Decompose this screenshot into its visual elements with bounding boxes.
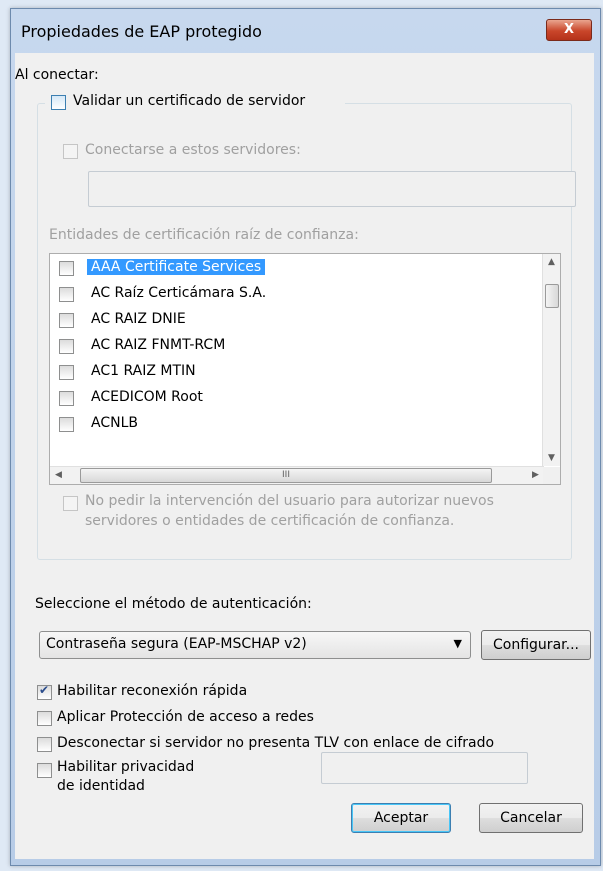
auth-method-value: Contraseña segura (EAP-MSCHAP v2) bbox=[46, 636, 307, 652]
validate-cert-label: Validar un certificado de servidor bbox=[73, 93, 306, 109]
list-item-checkbox[interactable] bbox=[59, 287, 74, 302]
identity-privacy-label-line2: de identidad bbox=[57, 778, 145, 794]
chevron-down-icon: ▼ bbox=[453, 637, 462, 650]
identity-input[interactable] bbox=[321, 752, 528, 784]
nap-label: Aplicar Protección de acceso a redes bbox=[57, 709, 314, 725]
cancel-button[interactable]: Cancelar bbox=[479, 803, 583, 833]
trusted-roots-label: Entidades de certificación raíz de confi… bbox=[49, 227, 359, 243]
servers-input[interactable] bbox=[88, 171, 576, 207]
list-item[interactable]: ACNLB bbox=[50, 411, 544, 437]
list-item-label: AAA Certificate Services bbox=[87, 259, 266, 275]
connect-servers-label: Conectarse a estos servidores: bbox=[85, 142, 301, 158]
horizontal-scrollbar[interactable]: ◀ III ▶ bbox=[50, 466, 544, 484]
window-title: Propiedades de EAP protegido bbox=[21, 22, 262, 41]
configure-button[interactable]: Configurar... bbox=[481, 630, 591, 660]
dialog-client-area: Al conectar: Validar un certificado de s… bbox=[15, 53, 594, 859]
validate-cert-checkbox[interactable] bbox=[51, 95, 66, 110]
no-prompt-checkbox[interactable] bbox=[63, 496, 78, 511]
auth-method-select[interactable]: Contraseña segura (EAP-MSCHAP v2) ▼ bbox=[39, 631, 471, 659]
validate-cert-row[interactable]: Validar un certificado de servidor bbox=[45, 93, 345, 113]
fast-reconnect-checkbox[interactable]: ✔ bbox=[37, 683, 52, 700]
list-item-label: AC RAIZ FNMT-RCM bbox=[91, 337, 226, 353]
trusted-roots-list[interactable]: AAA Certificate Services AC Raíz Certicá… bbox=[49, 253, 561, 485]
list-item-checkbox[interactable] bbox=[59, 417, 74, 432]
checkmark-icon: ✔ bbox=[39, 683, 50, 697]
scroll-left-icon[interactable]: ◀ bbox=[50, 470, 67, 480]
scroll-right-icon[interactable]: ▶ bbox=[527, 470, 544, 480]
scroll-up-icon[interactable]: ▲ bbox=[543, 257, 560, 267]
tlv-label: Desconectar si servidor no presenta TLV … bbox=[57, 735, 495, 751]
auth-method-label: Seleccione el método de autenticación: bbox=[35, 596, 312, 612]
list-item[interactable]: AC1 RAIZ MTIN bbox=[50, 359, 544, 385]
list-item[interactable]: AC Raíz Certicámara S.A. bbox=[50, 281, 544, 307]
list-item-label: ACEDICOM Root bbox=[91, 389, 203, 405]
list-item[interactable]: AC RAIZ DNIE bbox=[50, 307, 544, 333]
tlv-checkbox[interactable] bbox=[37, 737, 52, 752]
list-item[interactable]: ACEDICOM Root bbox=[50, 385, 544, 411]
grip-icon: III bbox=[282, 470, 290, 480]
close-icon: X bbox=[563, 22, 575, 37]
list-item-checkbox[interactable] bbox=[59, 339, 74, 354]
title-bar[interactable]: Propiedades de EAP protegido X bbox=[11, 9, 600, 53]
list-item[interactable]: AC RAIZ FNMT-RCM bbox=[50, 333, 544, 359]
connect-servers-checkbox[interactable] bbox=[63, 144, 78, 159]
list-item-checkbox[interactable] bbox=[59, 391, 74, 406]
connect-label: Al conectar: bbox=[15, 67, 99, 83]
list-item[interactable]: AAA Certificate Services bbox=[50, 255, 544, 281]
no-prompt-label-line2: servidores o entidades de certificación … bbox=[85, 513, 455, 529]
ok-button[interactable]: Aceptar bbox=[351, 803, 451, 833]
horizontal-scroll-thumb[interactable]: III bbox=[80, 468, 492, 483]
list-item-label: AC RAIZ DNIE bbox=[91, 311, 186, 327]
list-item-checkbox[interactable] bbox=[59, 365, 74, 380]
list-item-checkbox[interactable] bbox=[59, 313, 74, 328]
vertical-scroll-thumb[interactable] bbox=[545, 284, 559, 308]
nap-checkbox[interactable] bbox=[37, 711, 52, 726]
list-item-checkbox[interactable] bbox=[59, 261, 74, 276]
identity-privacy-checkbox[interactable] bbox=[37, 763, 52, 778]
fast-reconnect-label: Habilitar reconexión rápida bbox=[57, 683, 248, 699]
scroll-down-icon[interactable]: ▼ bbox=[543, 453, 560, 463]
no-prompt-label-line1: No pedir la intervención del usuario par… bbox=[85, 493, 494, 509]
dialog-window: Propiedades de EAP protegido X Al conect… bbox=[10, 8, 601, 866]
close-button[interactable]: X bbox=[546, 19, 592, 41]
list-item-label: ACNLB bbox=[91, 415, 138, 431]
identity-privacy-label-line1: Habilitar privacidad bbox=[57, 759, 195, 775]
vertical-scrollbar[interactable]: ▲ ▼ bbox=[542, 254, 560, 466]
scrollbar-corner bbox=[543, 467, 560, 484]
list-item-label: AC1 RAIZ MTIN bbox=[91, 363, 196, 379]
list-item-label: AC Raíz Certicámara S.A. bbox=[91, 285, 267, 301]
